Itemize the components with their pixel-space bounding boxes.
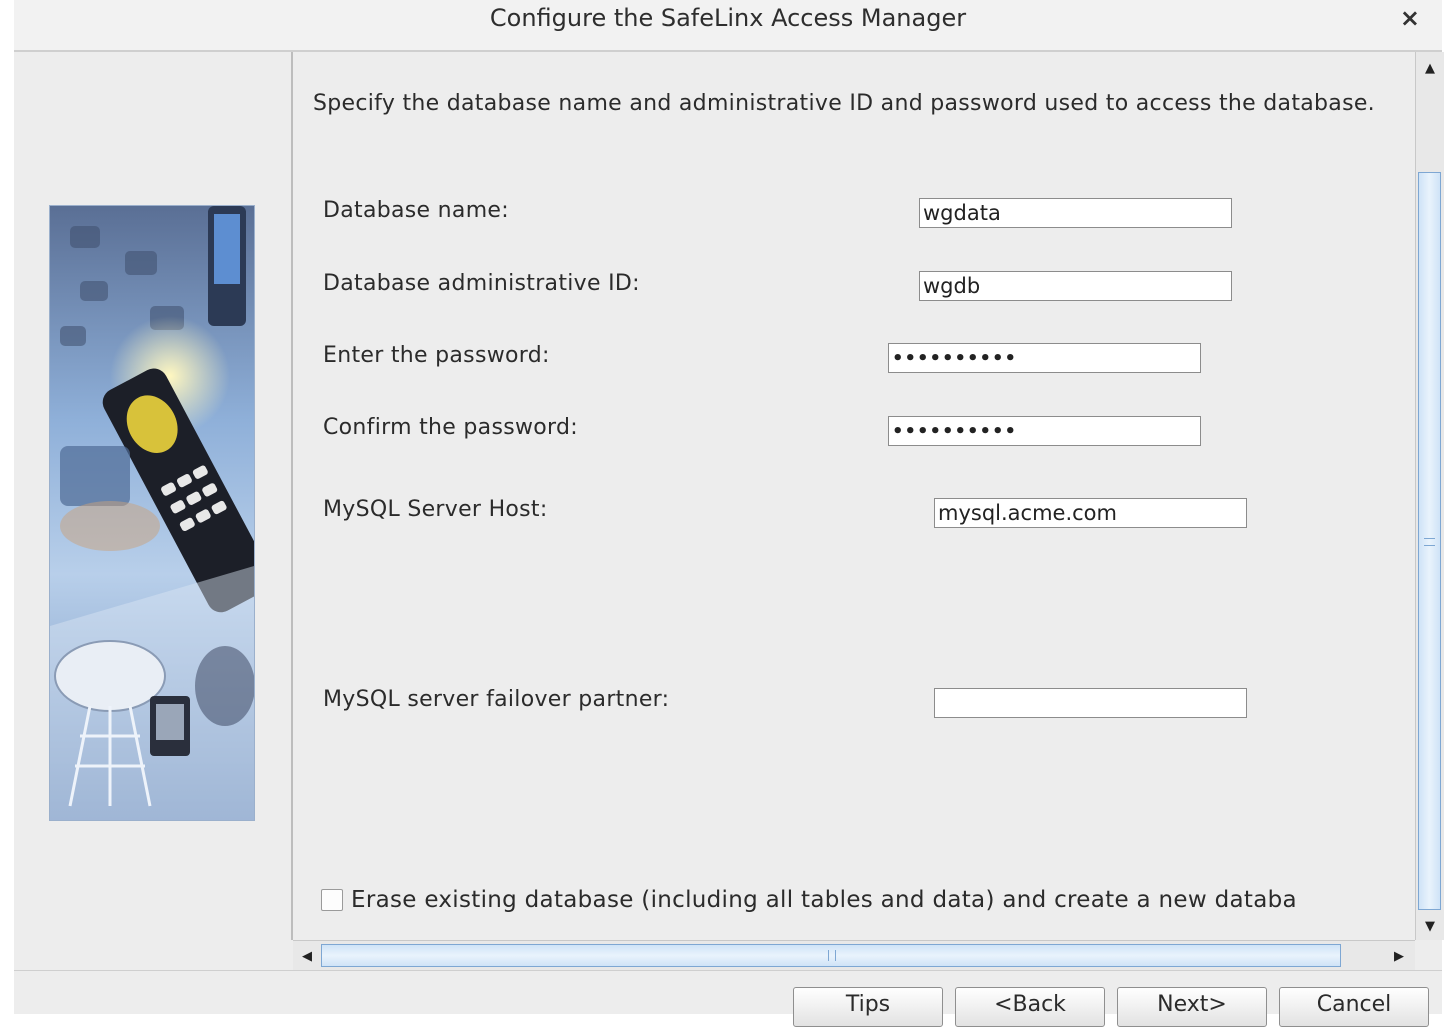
left-panel xyxy=(14,52,291,970)
horizontal-scrollbar[interactable]: ◀ ▶ xyxy=(293,940,1415,971)
erase-database-label: Erase existing database (including all t… xyxy=(351,887,1297,913)
title-bar: Configure the SafeLinx Access Manager × xyxy=(14,0,1442,52)
close-icon[interactable]: × xyxy=(1400,4,1420,32)
erase-database-checkbox[interactable] xyxy=(321,889,343,911)
scroll-down-arrow-icon[interactable]: ▼ xyxy=(1416,912,1444,940)
scroll-grip-icon xyxy=(1424,538,1435,546)
instruction-text: Specify the database name and administra… xyxy=(313,91,1375,116)
horizontal-scroll-thumb[interactable] xyxy=(321,944,1341,967)
confirm-password-field[interactable] xyxy=(888,416,1201,446)
button-bar: Tips <Back Next> Cancel xyxy=(14,970,1442,1027)
tips-button[interactable]: Tips xyxy=(793,987,943,1027)
configure-dialog: Configure the SafeLinx Access Manager × xyxy=(14,0,1444,1027)
scroll-left-arrow-icon[interactable]: ◀ xyxy=(293,941,321,971)
password-field[interactable] xyxy=(888,343,1201,373)
window-title: Configure the SafeLinx Access Manager xyxy=(489,4,967,32)
database-name-label: Database name: xyxy=(323,198,509,223)
scroll-up-arrow-icon[interactable]: ▲ xyxy=(1416,54,1444,82)
scroll-grip-icon xyxy=(828,950,836,961)
mysql-host-input[interactable] xyxy=(934,498,1247,528)
confirm-password-label: Confirm the password: xyxy=(323,415,578,440)
vertical-scroll-thumb[interactable] xyxy=(1418,172,1441,910)
next-button[interactable]: Next> xyxy=(1117,987,1267,1027)
cancel-button[interactable]: Cancel xyxy=(1279,987,1429,1027)
back-button[interactable]: <Back xyxy=(955,987,1105,1027)
vertical-scrollbar[interactable]: ▲ ▼ xyxy=(1415,52,1444,940)
form-content: Specify the database name and administra… xyxy=(291,52,1417,940)
scroll-right-arrow-icon[interactable]: ▶ xyxy=(1385,941,1413,971)
mobile-communications-image xyxy=(50,206,254,820)
database-name-input[interactable] xyxy=(919,198,1232,228)
side-banner-image xyxy=(49,205,255,821)
admin-id-input[interactable] xyxy=(919,271,1232,301)
admin-id-label: Database administrative ID: xyxy=(323,271,640,296)
mysql-host-label: MySQL Server Host: xyxy=(323,497,548,522)
failover-partner-label: MySQL server failover partner: xyxy=(323,687,670,712)
failover-partner-input[interactable] xyxy=(934,688,1247,718)
password-label: Enter the password: xyxy=(323,343,550,368)
erase-database-option[interactable]: Erase existing database (including all t… xyxy=(321,887,1297,913)
